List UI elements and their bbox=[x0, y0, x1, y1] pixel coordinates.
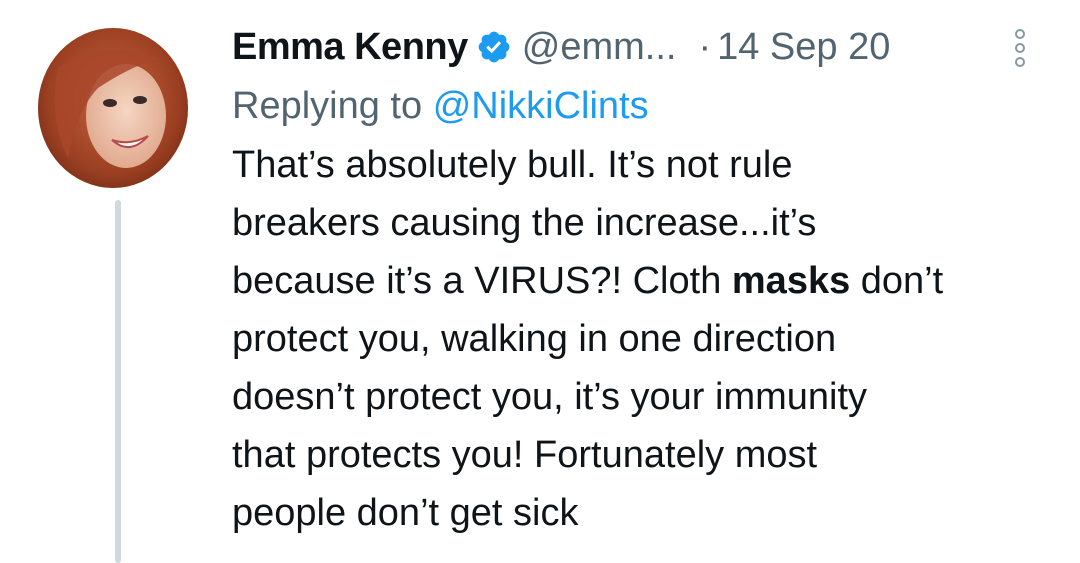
tweet-content: Emma Kenny @emm... · 14 Sep 20 Replying … bbox=[232, 22, 1060, 542]
body-line: protect you, walking in one direction bbox=[232, 318, 837, 360]
replying-to: Replying to @NikkiClints bbox=[232, 82, 1060, 130]
more-options-icon[interactable] bbox=[1002, 22, 1038, 74]
thread-line bbox=[115, 200, 121, 563]
tweet: Emma Kenny @emm... · 14 Sep 20 Replying … bbox=[0, 0, 1080, 563]
user-handle[interactable]: @emm... bbox=[522, 26, 677, 69]
tweet-header: Emma Kenny @emm... · 14 Sep 20 bbox=[232, 22, 1060, 72]
body-line: doesn’t protect you, it’s your immunity bbox=[232, 376, 868, 418]
verified-badge-icon bbox=[476, 29, 512, 65]
separator-dot: · bbox=[698, 25, 712, 68]
body-line: because it’s a VIRUS?! Cloth masks don’t bbox=[232, 252, 1052, 310]
tweet-date[interactable]: 14 Sep 20 bbox=[717, 26, 890, 69]
replying-prefix: Replying to bbox=[232, 85, 423, 127]
avatar-image bbox=[38, 28, 188, 188]
body-line: that protects you! Fortunately most bbox=[232, 434, 818, 476]
body-line: That’s absolutely bull. It’s not rule bbox=[232, 144, 793, 186]
tweet-body: That’s absolutely bull. It’s not rule br… bbox=[232, 136, 1052, 542]
body-line: breakers causing the increase...it’s bbox=[232, 202, 817, 244]
body-text-segment: because it’s a VIRUS?! Cloth bbox=[232, 260, 732, 302]
body-line: people don’t get sick bbox=[232, 492, 579, 534]
body-text-segment: don’t bbox=[850, 260, 944, 302]
display-name[interactable]: Emma Kenny bbox=[232, 26, 468, 69]
avatar[interactable] bbox=[38, 28, 188, 188]
bold-word: masks bbox=[731, 260, 851, 302]
replying-to-mention[interactable]: @NikkiClints bbox=[433, 85, 649, 127]
